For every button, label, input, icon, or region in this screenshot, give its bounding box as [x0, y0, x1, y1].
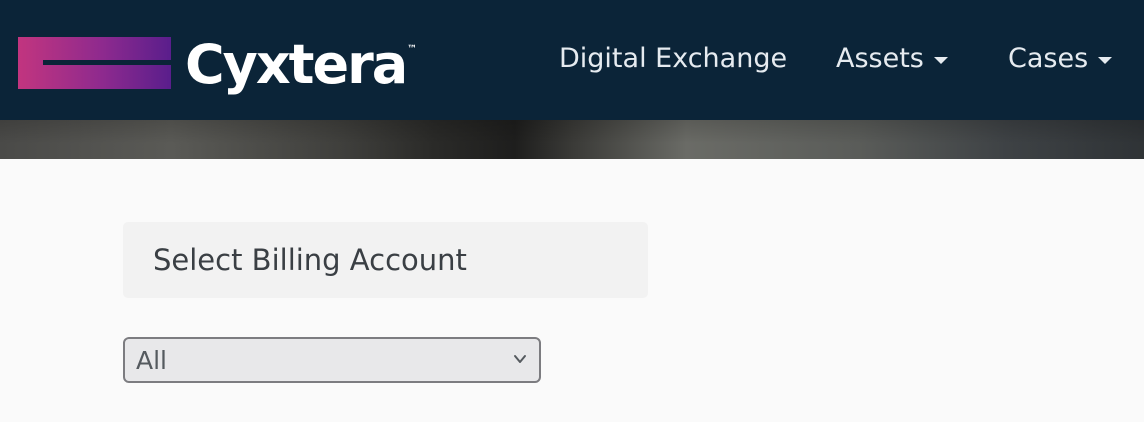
- caret-down-icon: [933, 57, 948, 64]
- nav-item-label: Cases: [1008, 43, 1089, 74]
- nav-item-label: Digital Exchange: [559, 43, 788, 74]
- billing-account-select[interactable]: All: [123, 337, 541, 383]
- nav-links: Digital Exchange Assets Cases: [0, 0, 1144, 120]
- top-navbar: Cyxtera ™ Digital Exchange Assets Cases: [0, 0, 1144, 120]
- billing-account-selected-value: All: [136, 345, 167, 375]
- chevron-down-icon: [514, 355, 526, 363]
- billing-account-heading: Select Billing Account: [123, 222, 648, 298]
- nav-item-cases[interactable]: Cases: [1008, 43, 1113, 74]
- billing-account-title: Select Billing Account: [153, 243, 467, 277]
- nav-item-label: Assets: [836, 43, 924, 74]
- hero-banner-image: [0, 120, 1144, 159]
- nav-item-assets[interactable]: Assets: [836, 43, 948, 74]
- caret-down-icon: [1098, 57, 1113, 64]
- nav-item-digital-exchange[interactable]: Digital Exchange: [559, 43, 787, 74]
